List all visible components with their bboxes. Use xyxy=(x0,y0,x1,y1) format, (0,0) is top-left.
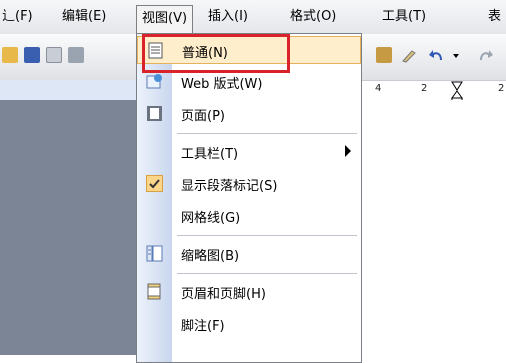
menu-tools[interactable]: 工具(T) xyxy=(382,8,426,26)
paste-icon[interactable] xyxy=(376,47,392,63)
menu-separator xyxy=(177,235,357,236)
menu-item-thumbnails[interactable]: 缩略图(B) xyxy=(137,240,361,268)
menu-item-header-footer[interactable]: 页眉和页脚(H) xyxy=(137,278,361,306)
save-icon[interactable] xyxy=(24,47,40,63)
menu-view[interactable]: 视图(V) xyxy=(136,5,194,34)
ruler-number: 2 xyxy=(421,83,428,94)
menu-bar: 辶(F) 编辑(E) 视图(V) 插入(I) 格式(O) 工具(T) 表 xyxy=(0,0,506,34)
menu-edit[interactable]: 编辑(E) xyxy=(62,8,106,26)
menu-item-label: 页眉和页脚(H) xyxy=(181,287,266,302)
menu-item-label: 工具栏(T) xyxy=(181,147,239,162)
document-page[interactable] xyxy=(362,100,506,355)
undo-icon[interactable] xyxy=(428,47,448,63)
document-background xyxy=(0,100,138,355)
menu-item-page-layout[interactable]: 页面(P) xyxy=(137,100,361,128)
menu-item-label: 普通(N) xyxy=(182,46,228,61)
checkmark-icon xyxy=(146,175,163,192)
menu-item-label: 显示段落标记(S) xyxy=(181,179,278,194)
ruler-number: 4 xyxy=(375,83,382,94)
menu-item-gridlines[interactable]: 网格线(G) xyxy=(137,202,361,230)
open-folder-icon[interactable] xyxy=(2,47,18,63)
undo-dropdown-icon[interactable] xyxy=(452,47,460,63)
menu-separator xyxy=(177,133,357,134)
permission-icon[interactable] xyxy=(46,47,62,63)
thumbnail-icon xyxy=(146,245,163,262)
ruler-number: 2 xyxy=(498,83,505,94)
menu-item-label: 页面(P) xyxy=(181,109,225,124)
web-layout-icon xyxy=(146,74,162,89)
menu-item-web-layout[interactable]: Web 版式(W) xyxy=(137,68,361,96)
menu-item-label: 网格线(G) xyxy=(181,211,241,226)
ruler-corner xyxy=(0,80,138,100)
submenu-arrow-icon xyxy=(345,145,351,157)
normal-view-icon xyxy=(148,42,163,59)
menu-table[interactable]: 表 xyxy=(488,8,501,26)
format-painter-icon[interactable] xyxy=(400,47,420,63)
menu-separator xyxy=(177,273,357,274)
menu-item-label: Web 版式(W) xyxy=(181,77,263,92)
page-layout-icon xyxy=(147,106,162,121)
menu-item-toolbars[interactable]: 工具栏(T) xyxy=(137,138,361,166)
menu-file[interactable]: 辶(F) xyxy=(2,8,33,26)
menu-item-footnotes[interactable]: 脚注(F) xyxy=(137,310,361,338)
menu-format[interactable]: 格式(O) xyxy=(290,8,336,26)
menu-item-label: 脚注(F) xyxy=(181,319,225,334)
menu-item-show-paragraph-marks[interactable]: 显示段落标记(S) xyxy=(137,170,361,198)
redo-icon[interactable] xyxy=(474,47,494,63)
view-menu: 普通(N) Web 版式(W) 页面(P) 工具栏(T) 显示段落标记(S) 网… xyxy=(136,33,362,363)
menu-insert[interactable]: 插入(I) xyxy=(208,8,248,26)
header-footer-icon xyxy=(147,283,161,300)
menu-item-label: 缩略图(B) xyxy=(181,249,240,264)
print-icon[interactable] xyxy=(68,47,84,63)
indent-marker-icon[interactable] xyxy=(450,81,464,101)
menu-item-normal[interactable]: 普通(N) xyxy=(137,36,361,64)
